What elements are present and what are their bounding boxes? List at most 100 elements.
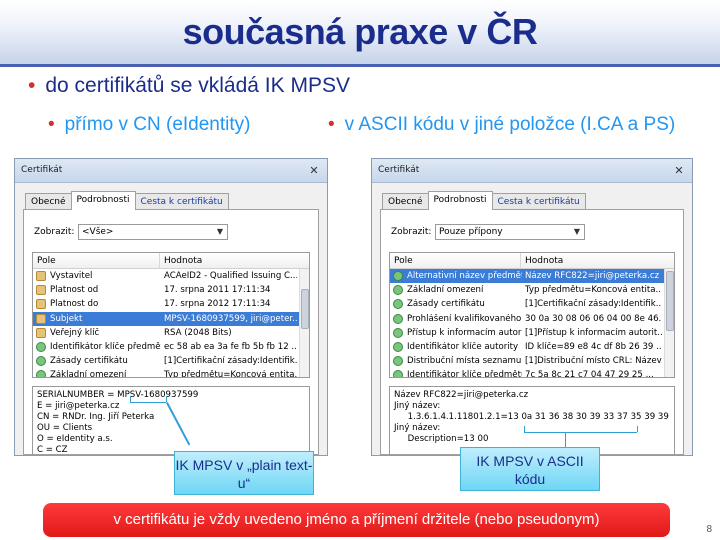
details-panel: Zobrazit: Pouze přípony ▼ Pole Hodnota A… [380, 209, 684, 455]
bracket-right-h [524, 432, 637, 433]
table-row[interactable]: Prohlášení kvalifikovaného c...30 0a 30 … [390, 312, 664, 326]
tab-details[interactable]: Podrobnosti [427, 191, 493, 210]
page-number: 8 [706, 524, 712, 535]
extension-icon [393, 356, 403, 367]
scrollbar-thumb[interactable] [666, 271, 674, 331]
column-value-header[interactable]: Hodnota [525, 256, 563, 266]
tab-cert-path[interactable]: Cesta k certifikátu [134, 193, 229, 210]
scrollbar-thumb[interactable] [301, 289, 309, 329]
field-name: Základní omezení [50, 370, 127, 378]
show-select-value: Pouze přípony [439, 227, 503, 237]
tab-general[interactable]: Obecné [382, 193, 429, 210]
table-row[interactable]: Vystavitel ACAeID2 - Qualified Issuing C.… [33, 269, 299, 283]
tab-details[interactable]: Podrobnosti [70, 191, 136, 210]
table-row[interactable]: Platnost do 17. srpna 2012 17:11:34 [33, 297, 299, 311]
table-row[interactable]: Veřejný klíč RSA (2048 Bits) [33, 326, 299, 340]
extension-icon [393, 341, 403, 352]
table-row[interactable]: Distribuční místa seznamu o...[1]Distrib… [390, 354, 664, 368]
table-row[interactable]: Identifikátor klíče předmětu 7c 5a 8c 21 … [390, 368, 664, 378]
detail-line: OU = Clients [37, 423, 93, 433]
list-header: Pole Hodnota [33, 253, 309, 269]
show-label: Zobrazit: [34, 227, 75, 237]
detail-box: Název RFC822=jiri@peterka.cz Jiný název: … [389, 386, 675, 454]
extension-icon [36, 356, 46, 367]
field-name: Veřejný klíč [50, 327, 100, 338]
table-row[interactable]: Základní omezení Typ předmětu=Koncová ent… [33, 368, 299, 378]
field-value: [1]Certifikační zásady:Identifik... [164, 356, 297, 367]
close-icon[interactable]: ✕ [672, 164, 686, 178]
table-row[interactable]: Přístup k informacím autority [1]Přístup … [390, 326, 664, 340]
bracket-right-tick2 [637, 426, 638, 432]
certificate-field-icon [36, 299, 46, 310]
field-name: Základní omezení [407, 285, 484, 296]
field-value: MPSV-1680937599, jiri@peter... [164, 313, 297, 324]
list-rows: Alternativní název předmětu Název RFC822=… [390, 269, 664, 378]
list-scrollbar[interactable] [664, 269, 674, 377]
show-select[interactable]: Pouze přípony ▼ [435, 224, 585, 240]
detail-line: Description=13 00 [394, 434, 489, 444]
dialog-title: Certifikát [21, 165, 63, 175]
column-separator[interactable] [520, 253, 521, 269]
certificate-field-icon [36, 313, 46, 324]
field-name: Zásady certifikátu [50, 356, 128, 367]
detail-line: 1.3.6.1.4.1.11801.2.1=13 0a 31 36 38 30 … [394, 412, 669, 422]
field-value: [1]Certifikační zásady:Identifik... [525, 299, 662, 310]
bullet-sub-right-text: v ASCII kódu v jiné položce (I.CA a PS) [344, 114, 676, 135]
extension-icon [393, 313, 403, 324]
field-name: Platnost od [50, 285, 99, 296]
table-row[interactable]: Alternativní název předmětu Název RFC822=… [390, 269, 664, 284]
table-row[interactable]: Identifikátor klíče předmětu ec 58 ab ea … [33, 340, 299, 354]
title-banner: současná praxe v ČR [0, 0, 720, 64]
extension-icon [393, 285, 403, 296]
field-value: ec 58 ab ea 3a fe fb 5b fb 12 ... [164, 341, 297, 352]
extension-icon [393, 327, 403, 338]
table-row[interactable]: Základní omezení Typ předmětu=Koncová ent… [390, 283, 664, 297]
list-scrollbar[interactable] [299, 269, 309, 377]
dialog-titlebar: Certifikát ✕ [15, 159, 327, 183]
tab-bar: Obecné Podrobnosti Cesta k certifikátu [25, 191, 229, 210]
close-icon[interactable]: ✕ [307, 164, 321, 178]
chevron-down-icon: ▼ [573, 227, 581, 236]
extension-icon [36, 341, 46, 352]
table-row[interactable]: Identifikátor klíče autority ID klíče=89 … [390, 340, 664, 354]
tab-general[interactable]: Obecné [25, 193, 72, 210]
callout-ascii: IK MPSV v ASCII kódu [460, 447, 600, 491]
field-name: Prohlášení kvalifikovaného c... [407, 313, 522, 324]
list-header: Pole Hodnota [390, 253, 674, 269]
field-value: Typ předmětu=Koncová entita... [525, 285, 662, 296]
column-field-header[interactable]: Pole [37, 256, 56, 266]
show-select[interactable]: <Vše> ▼ [78, 224, 228, 240]
tab-cert-path[interactable]: Cesta k certifikátu [491, 193, 586, 210]
detail-line: Název RFC822=jiri@peterka.cz [394, 390, 529, 400]
field-name: Subjekt [50, 313, 83, 324]
bullet-sub-left-text: přímo v CN (eIdentity) [64, 114, 251, 135]
extension-icon [36, 370, 46, 377]
table-row[interactable]: Platnost od 17. srpna 2011 17:11:34 [33, 283, 299, 297]
field-name: Identifikátor klíče předmětu [407, 370, 522, 378]
show-select-value: <Vše> [82, 227, 114, 237]
field-value: 17. srpna 2012 17:11:34 [164, 299, 271, 310]
column-value-header[interactable]: Hodnota [164, 256, 202, 266]
tab-bar: Obecné Podrobnosti Cesta k certifikátu [382, 191, 586, 210]
table-row[interactable]: Zásady certifikátu [1]Certifikační zásady… [390, 297, 664, 311]
callout-plain-text: IK MPSV v „plain text-u“ [174, 451, 314, 495]
field-name: Distribuční místa seznamu o... [407, 356, 522, 367]
field-list: Pole Hodnota Vystavitel ACAeID2 - Qualifi… [32, 252, 310, 378]
column-separator[interactable] [159, 253, 160, 269]
bullet-dot: • [28, 74, 36, 97]
extension-icon [393, 370, 403, 377]
field-value: Název RFC822=jiri@peterka.cz [525, 271, 660, 281]
column-field-header[interactable]: Pole [394, 256, 413, 266]
table-row[interactable]: Subjekt MPSV-1680937599, jiri@peter... [33, 311, 299, 326]
bullet-sub-left: • přímo v CN (eIdentity) [48, 114, 250, 136]
field-name: Platnost do [50, 299, 99, 310]
field-name: Identifikátor klíče předmětu [50, 341, 161, 352]
list-rows: Vystavitel ACAeID2 - Qualified Issuing C.… [33, 269, 299, 378]
table-row[interactable]: Zásady certifikátu [1]Certifikační zásady… [33, 354, 299, 368]
detail-line: SERIALNUMBER = MPSV-1680937599 [37, 390, 199, 400]
bottom-banner: v certifikátu je vždy uvedeno jméno a př… [43, 503, 670, 537]
show-label: Zobrazit: [391, 227, 432, 237]
field-name: Vystavitel [50, 271, 93, 281]
title-underline [0, 64, 720, 67]
details-panel: Zobrazit: <Vše> ▼ Pole Hodnota Vystavite… [23, 209, 319, 455]
